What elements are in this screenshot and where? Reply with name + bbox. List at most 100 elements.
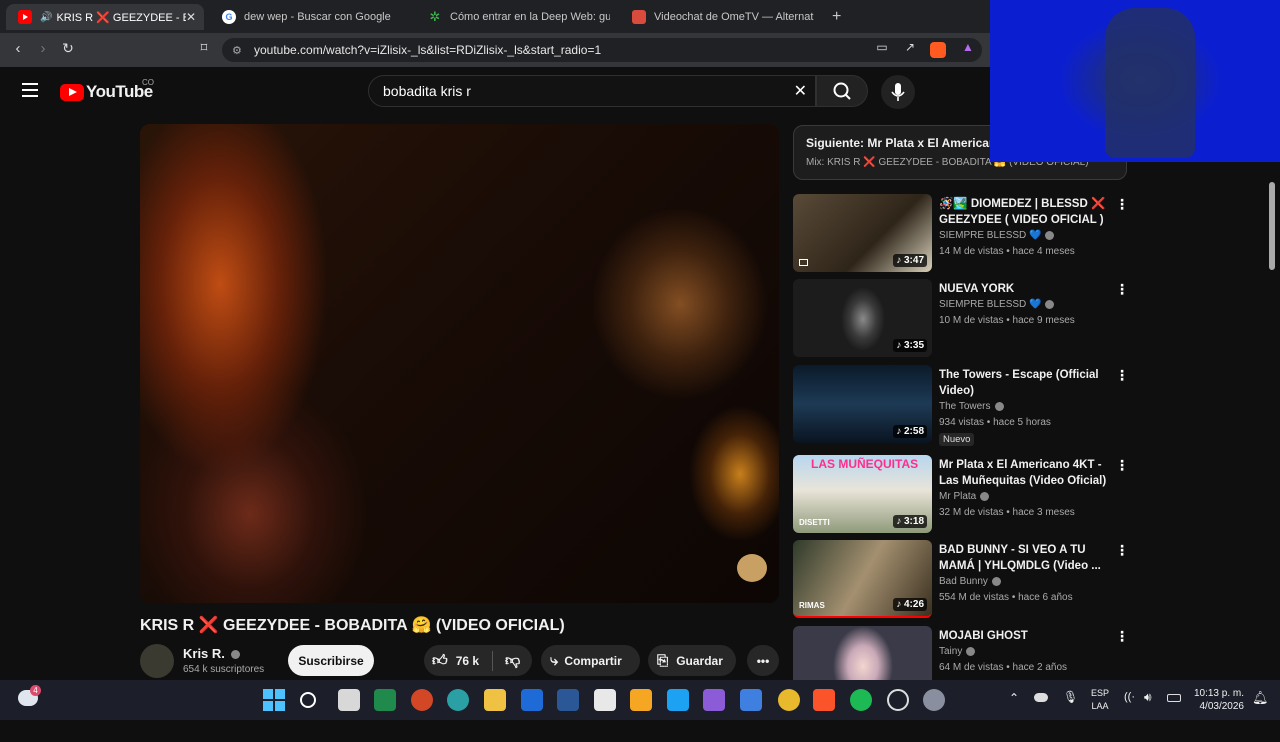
taskbar-search-icon[interactable] — [300, 692, 316, 708]
more-options-icon[interactable]: ⋮ — [1115, 367, 1129, 384]
dislike-button[interactable]: 👎︎ — [493, 652, 520, 670]
cast-icon[interactable]: ▭ — [872, 40, 892, 54]
thumbnail-text: LAS MUÑEQUITAS — [811, 457, 919, 471]
recommendation-item[interactable]: ♪ 3:35 NUEVA YORK SIEMPRE BLESSD 💙 10 M … — [793, 279, 1133, 359]
clock[interactable]: 10:13 p. m. 4/03/2026 — [1192, 687, 1244, 713]
edge-icon[interactable] — [447, 689, 469, 711]
tab-deep-web[interactable]: ✲ Cómo entrar en la Deep Web: guía 20 — [416, 4, 616, 30]
word-icon[interactable] — [557, 689, 579, 711]
like-count: 76 k — [455, 653, 480, 668]
recommendation-channel-row: Tainy — [939, 646, 976, 657]
battery-icon[interactable] — [1167, 694, 1181, 702]
forward-icon[interactable]: › — [33, 40, 53, 57]
tab-ometv[interactable]: Videochat de OmeTV — Alternativa c — [620, 4, 820, 30]
video-thumbnail: ♪ 3:47 — [793, 194, 932, 272]
video-thumbnail: LAS MUÑEQUITAS DISETTI ♪ 3:18 — [793, 455, 932, 533]
more-options-icon[interactable]: ⋮ — [1115, 542, 1129, 559]
clear-search-icon[interactable]: ✕ — [794, 81, 807, 101]
subscribe-button[interactable]: Suscribirse — [288, 645, 374, 676]
search-button[interactable] — [816, 75, 868, 107]
address-bar[interactable]: ⚙ youtube.com/watch?v=iZlisix-_ls&list=R… — [222, 38, 982, 62]
wifi-icon[interactable]: ((· — [1124, 691, 1135, 703]
duration-badge: ♪ 4:26 — [893, 598, 927, 611]
channel-avatar[interactable] — [140, 644, 174, 678]
tab-google[interactable]: G dew wep - Buscar con Google — [210, 4, 410, 30]
verified-icon — [980, 491, 990, 501]
new-tab-button[interactable]: + — [826, 4, 854, 30]
recommendation-item[interactable]: LAS MUÑEQUITAS DISETTI ♪ 3:18 Mr Plata x… — [793, 455, 1133, 535]
search-input[interactable]: bobadita kris r ✕ — [368, 75, 816, 107]
save-button[interactable]: ⎘ Guardar — [648, 645, 736, 676]
webcam-overlay — [990, 0, 1280, 162]
channel-name[interactable]: Kris R. — [183, 646, 225, 661]
video-thumbnail: ♪ 3:35 — [793, 279, 932, 357]
file-explorer-icon[interactable] — [484, 689, 506, 711]
tray-chevron-icon[interactable]: ⌃ — [1009, 691, 1019, 705]
microsoft-store-icon[interactable] — [594, 689, 616, 711]
settings-icon[interactable] — [923, 689, 945, 711]
recommendation-item[interactable]: ♪ 3:47 🪅🏞️ DIOMEDEZ | BLESSD ❌ GEEZYDEE … — [793, 194, 1133, 274]
recommendation-channel: The Towers — [939, 401, 991, 412]
recommendation-item[interactable]: MOJABI GHOST Tainy 64 M de vistas • hace… — [793, 626, 1133, 680]
site-info-icon[interactable]: ⚙ — [232, 44, 242, 57]
recommendation-meta: 554 M de vistas • hace 6 años — [939, 592, 1073, 603]
menu-icon[interactable] — [22, 83, 38, 97]
video-thumbnail: RIMAS ♪ 4:26 — [793, 540, 932, 618]
spotify-icon[interactable] — [850, 689, 872, 711]
share-page-icon[interactable]: ↗ — [900, 40, 920, 54]
brave-rewards-icon[interactable]: ▲ — [958, 40, 978, 54]
outlook-icon[interactable] — [521, 689, 543, 711]
duration-badge: ♪ 3:35 — [893, 339, 927, 352]
powerpoint-icon[interactable] — [411, 689, 433, 711]
recommendation-item[interactable]: RIMAS ♪ 4:26 BAD BUNNY - SI VEO A TU MAM… — [793, 540, 1133, 620]
more-options-icon[interactable]: ⋮ — [1115, 196, 1129, 213]
video-thumbnail — [793, 626, 932, 680]
recommendation-item[interactable]: ♪ 2:58 The Towers - Escape (Official Vid… — [793, 365, 1133, 446]
back-icon[interactable]: ‹ — [8, 40, 28, 57]
language-top: ESP — [1091, 688, 1110, 698]
recommendation-channel-row: SIEMPRE BLESSD 💙 — [939, 299, 1055, 310]
scrollbar-thumb[interactable] — [1269, 182, 1275, 270]
start-button[interactable] — [263, 689, 285, 711]
reload-icon[interactable]: ↻ — [58, 40, 78, 57]
voice-search-button[interactable] — [881, 75, 915, 109]
app-icon[interactable] — [887, 689, 909, 711]
volume-icon[interactable]: 🔊︎ — [1144, 690, 1152, 705]
youtube-play-icon — [60, 83, 84, 101]
more-actions-button[interactable]: ••• — [747, 645, 779, 676]
duration-badge: ♪ 3:47 — [893, 254, 927, 267]
video-player[interactable] — [140, 124, 779, 603]
share-button[interactable]: ⤷ Compartir — [541, 645, 640, 676]
language-indicator[interactable]: ESP LAA — [1091, 687, 1109, 713]
copilot-icon[interactable] — [740, 689, 762, 711]
brave-shield-icon[interactable] — [930, 42, 946, 58]
twitter-icon[interactable] — [667, 689, 689, 711]
recommendation-title: Mr Plata x El Americano 4KT - Las Muñequ… — [939, 459, 1107, 487]
scrollbar[interactable] — [1268, 182, 1276, 742]
more-options-icon[interactable]: ⋮ — [1115, 628, 1129, 645]
tab-youtube[interactable]: 🔊 KRIS R ❌ GEEZYDEE - BOBA ✕ — [6, 4, 204, 30]
recommendation-meta: 64 M de vistas • hace 2 años — [939, 662, 1068, 673]
more-options-icon[interactable]: ⋮ — [1115, 457, 1129, 474]
close-tab-icon[interactable]: ✕ — [186, 10, 196, 24]
chrome-icon[interactable] — [778, 689, 800, 711]
url-text: youtube.com/watch?v=iZlisix-_ls&list=RDi… — [254, 43, 602, 57]
save-label: Guardar — [676, 653, 723, 668]
like-button[interactable]: 👍︎ 76 k — [424, 652, 492, 670]
recommendation-channel-row: The Towers — [939, 401, 1004, 412]
amazon-icon[interactable] — [630, 689, 652, 711]
excel-icon[interactable] — [374, 689, 396, 711]
country-code: CO — [142, 78, 154, 87]
task-view-icon[interactable] — [338, 689, 360, 711]
ai-hub-icon[interactable] — [703, 689, 725, 711]
ometv-favicon-icon — [632, 10, 646, 24]
onedrive-icon[interactable] — [1034, 693, 1048, 702]
more-options-icon[interactable]: ⋮ — [1115, 281, 1129, 298]
mic-tray-icon[interactable]: 🎙︎ — [1063, 690, 1078, 704]
recommendation-channel-row: Bad Bunny — [939, 576, 1001, 587]
youtube-logo[interactable]: YouTube CO — [60, 78, 154, 102]
duration-text: 3:18 — [903, 516, 924, 527]
bookmark-icon[interactable]: ⌑ — [194, 40, 214, 56]
brave-icon[interactable] — [813, 689, 835, 711]
notifications-icon[interactable]: 🔔︎ — [1252, 690, 1269, 706]
